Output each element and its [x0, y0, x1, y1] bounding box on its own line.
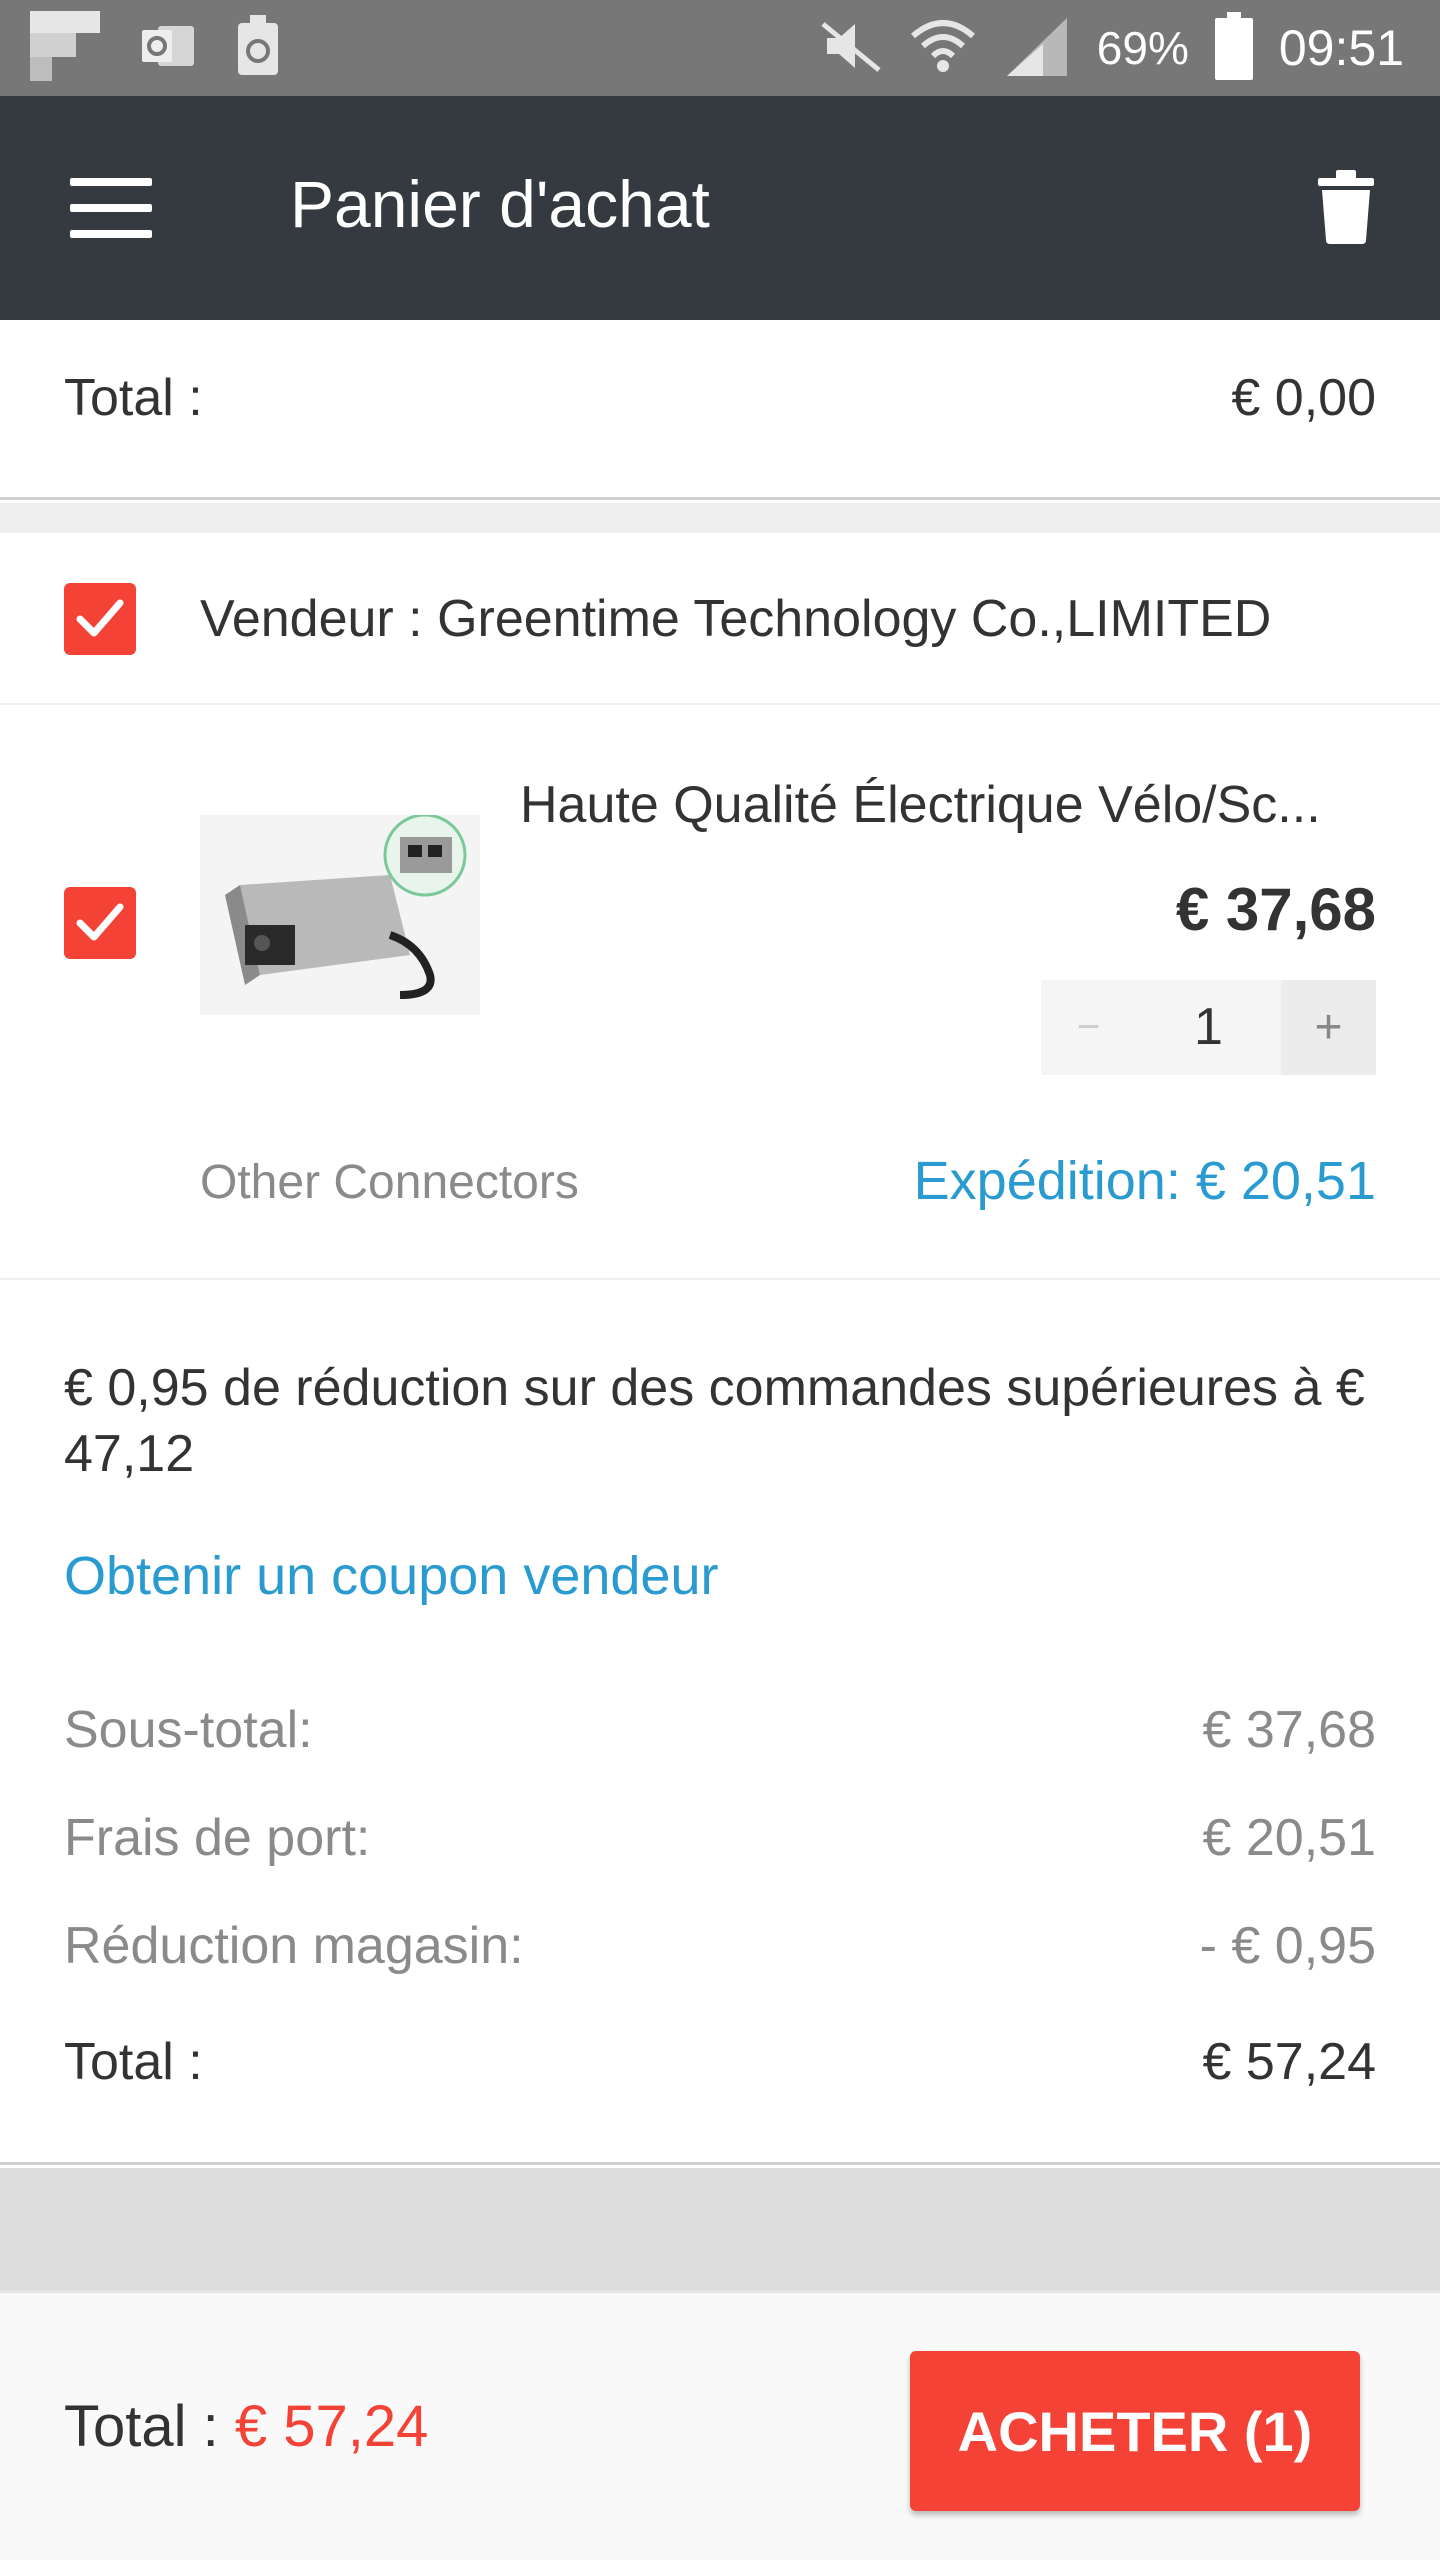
- battery-icon: [1214, 11, 1253, 85]
- seller-checkbox[interactable]: [64, 583, 136, 655]
- store-total-value: € 57,24: [1202, 2033, 1377, 2091]
- check-icon: [76, 903, 124, 941]
- quantity-value[interactable]: 1: [1136, 980, 1281, 1075]
- mute-icon: [819, 18, 883, 79]
- signal-icon: [1003, 14, 1071, 83]
- shipping-fee-row: Frais de port: € 20,51: [64, 1808, 1376, 1868]
- quantity-stepper: − 1 +: [1041, 980, 1376, 1075]
- store-total-row: Total : € 57,24: [64, 2032, 1376, 2092]
- product-title[interactable]: Haute Qualité Électrique Vélo/Sc...: [520, 775, 1380, 835]
- app-bar: Panier d'achat: [0, 96, 1440, 320]
- seller-row: Vendeur : Greentime Technology Co.,LIMIT…: [0, 533, 1440, 705]
- cart-item: Haute Qualité Électrique Vélo/Sc... € 37…: [0, 705, 1440, 1280]
- shipping-fee-value: € 20,51: [1202, 1809, 1377, 1867]
- cart-total-value: € 0,00: [1231, 369, 1376, 427]
- checkout-total: Total : € 57,24: [64, 2393, 428, 2460]
- wifi-icon: [909, 14, 977, 83]
- checkout-total-label: Total :: [64, 2394, 235, 2459]
- seller-name[interactable]: Vendeur : Greentime Technology Co.,LIMIT…: [200, 589, 1271, 649]
- cart-total-row: Total : € 0,00: [0, 320, 1440, 500]
- shipping-link[interactable]: Expédition: € 20,51: [914, 1150, 1376, 1212]
- decrease-quantity-button[interactable]: −: [1041, 980, 1136, 1075]
- shipping-fee-label: Frais de port:: [64, 1809, 371, 1867]
- product-variant: Other Connectors: [200, 1156, 579, 1209]
- buy-button[interactable]: ACHETER (1): [910, 2351, 1360, 2511]
- store-discount-value: - € 0,95: [1199, 1917, 1376, 1975]
- flipboard-icon: [30, 10, 100, 86]
- next-section-band: [0, 2168, 1440, 2290]
- checkout-bar: Total : € 57,24 ACHETER (1): [0, 2290, 1440, 2560]
- get-seller-coupon-link[interactable]: Obtenir un coupon vendeur: [64, 1545, 718, 1607]
- battery-percent: 69%: [1096, 22, 1189, 74]
- store-discount-row: Réduction magasin: - € 0,95: [64, 1916, 1376, 1976]
- product-image[interactable]: [200, 813, 480, 1015]
- check-icon: [76, 599, 124, 637]
- store-discount-label: Réduction magasin:: [64, 1917, 524, 1975]
- product-price: € 37,68: [1175, 876, 1376, 943]
- store-summary: € 0,95 de réduction sur des commandes su…: [0, 1280, 1440, 2165]
- increase-quantity-button[interactable]: +: [1281, 980, 1376, 1075]
- section-divider: [0, 503, 1440, 533]
- hamburger-menu-icon[interactable]: [70, 178, 154, 238]
- outlook-icon: [140, 20, 196, 77]
- checkout-total-value: € 57,24: [234, 2394, 429, 2459]
- trash-icon[interactable]: [1318, 170, 1374, 244]
- store-discount-notice: € 0,95 de réduction sur des commandes su…: [64, 1359, 1365, 1483]
- item-checkbox[interactable]: [64, 887, 136, 959]
- subtotal-value: € 37,68: [1202, 1701, 1377, 1759]
- recycle-icon: [236, 14, 280, 82]
- store-total-label: Total :: [64, 2033, 203, 2091]
- subtotal-label: Sous-total:: [64, 1701, 313, 1759]
- subtotal-row: Sous-total: € 37,68: [64, 1700, 1376, 1760]
- cart-total-label: Total :: [64, 369, 203, 427]
- clock: 09:51: [1278, 20, 1404, 76]
- page-title: Panier d'achat: [290, 167, 710, 241]
- status-bar: 69% 09:51: [0, 0, 1440, 96]
